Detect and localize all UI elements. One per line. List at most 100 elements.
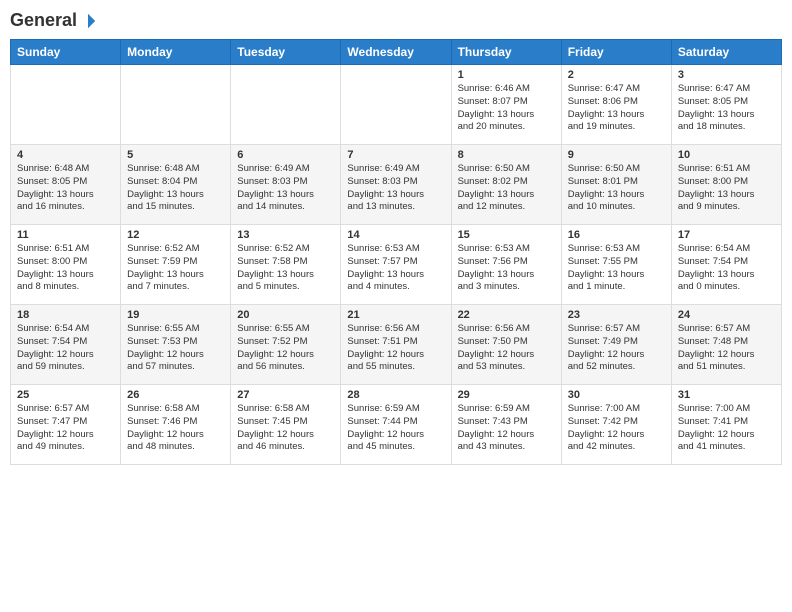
day-number: 16 — [568, 229, 665, 241]
day-number: 4 — [17, 149, 114, 161]
day-info: Sunrise: 6:51 AM Sunset: 8:00 PM Dayligh… — [678, 163, 775, 214]
day-info: Sunrise: 6:54 AM Sunset: 7:54 PM Dayligh… — [678, 243, 775, 294]
day-info: Sunrise: 6:55 AM Sunset: 7:52 PM Dayligh… — [237, 323, 334, 374]
calendar-cell: 30Sunrise: 7:00 AM Sunset: 7:42 PM Dayli… — [561, 385, 671, 465]
calendar-week-row: 25Sunrise: 6:57 AM Sunset: 7:47 PM Dayli… — [11, 385, 782, 465]
calendar-cell: 4 Sunrise: 6:48 AM Sunset: 8:05 PM Daylig… — [11, 145, 121, 225]
calendar-cell: 19 Sunrise: 6:55 AM Sunset: 7:53 PM Dayli… — [121, 305, 231, 385]
day-number: 17 — [678, 229, 775, 241]
calendar-header-row: SundayMondayTuesdayWednesdayThursdayFrid… — [11, 40, 782, 65]
day-number: 25 — [17, 389, 114, 401]
day-number: 8 — [458, 149, 555, 161]
day-number: 5 — [127, 149, 224, 161]
logo-general: General — [10, 10, 77, 31]
day-number: 21 — [347, 309, 444, 321]
day-info: Sunrise: 6:52 AM Sunset: 7:58 PM Dayligh… — [237, 243, 334, 294]
calendar-cell: 9 Sunrise: 6:50 AM Sunset: 8:01 PM Daylig… — [561, 145, 671, 225]
logo-flag-icon — [79, 12, 97, 30]
day-number: 26 — [127, 389, 224, 401]
calendar-cell: 8 Sunrise: 6:50 AM Sunset: 8:02 PM Daylig… — [451, 145, 561, 225]
calendar-cell: 5 Sunrise: 6:48 AM Sunset: 8:04 PM Daylig… — [121, 145, 231, 225]
day-info: Sunrise: 6:48 AM Sunset: 8:05 PM Dayligh… — [17, 163, 114, 214]
day-info: Sunrise: 6:53 AM Sunset: 7:55 PM Dayligh… — [568, 243, 665, 294]
day-number: 18 — [17, 309, 114, 321]
calendar-cell — [341, 65, 451, 145]
day-info: Sunrise: 6:48 AM Sunset: 8:04 PM Dayligh… — [127, 163, 224, 214]
calendar-cell: 24Sunrise: 6:57 AM Sunset: 7:48 PM Dayli… — [671, 305, 781, 385]
day-number: 12 — [127, 229, 224, 241]
day-info: Sunrise: 6:57 AM Sunset: 7:49 PM Dayligh… — [568, 323, 665, 374]
day-info: Sunrise: 6:55 AM Sunset: 7:53 PM Dayligh… — [127, 323, 224, 374]
calendar-week-row: 11 Sunrise: 6:51 AM Sunset: 8:00 PM Dayli… — [11, 225, 782, 305]
page: General SundayMondayTuesdayWednesdayThur… — [0, 0, 792, 612]
col-header-monday: Monday — [121, 40, 231, 65]
calendar-week-row: 1 Sunrise: 6:46 AM Sunset: 8:07 PM Daylig… — [11, 65, 782, 145]
calendar-cell: 26 Sunrise: 6:58 AM Sunset: 7:46 PM Dayli… — [121, 385, 231, 465]
day-info: Sunrise: 6:47 AM Sunset: 8:06 PM Dayligh… — [568, 83, 665, 134]
calendar-cell: 27 Sunrise: 6:58 AM Sunset: 7:45 PM Dayli… — [231, 385, 341, 465]
day-number: 9 — [568, 149, 665, 161]
day-info: Sunrise: 7:00 AM Sunset: 7:41 PM Dayligh… — [678, 403, 775, 454]
calendar-cell: 20 Sunrise: 6:55 AM Sunset: 7:52 PM Dayli… — [231, 305, 341, 385]
day-number: 7 — [347, 149, 444, 161]
calendar-cell: 28Sunrise: 6:59 AM Sunset: 7:44 PM Dayli… — [341, 385, 451, 465]
calendar-cell — [121, 65, 231, 145]
calendar-cell: 29 Sunrise: 6:59 AM Sunset: 7:43 PM Dayli… — [451, 385, 561, 465]
day-number: 1 — [458, 69, 555, 81]
col-header-saturday: Saturday — [671, 40, 781, 65]
calendar-week-row: 18Sunrise: 6:54 AM Sunset: 7:54 PM Dayli… — [11, 305, 782, 385]
calendar-cell: 25Sunrise: 6:57 AM Sunset: 7:47 PM Dayli… — [11, 385, 121, 465]
day-number: 19 — [127, 309, 224, 321]
day-info: Sunrise: 6:53 AM Sunset: 7:57 PM Dayligh… — [347, 243, 444, 294]
day-number: 31 — [678, 389, 775, 401]
day-info: Sunrise: 6:58 AM Sunset: 7:45 PM Dayligh… — [237, 403, 334, 454]
day-number: 22 — [458, 309, 555, 321]
calendar-cell: 21Sunrise: 6:56 AM Sunset: 7:51 PM Dayli… — [341, 305, 451, 385]
day-info: Sunrise: 6:50 AM Sunset: 8:02 PM Dayligh… — [458, 163, 555, 214]
day-info: Sunrise: 6:46 AM Sunset: 8:07 PM Dayligh… — [458, 83, 555, 134]
day-info: Sunrise: 6:59 AM Sunset: 7:43 PM Dayligh… — [458, 403, 555, 454]
day-info: Sunrise: 6:52 AM Sunset: 7:59 PM Dayligh… — [127, 243, 224, 294]
calendar-cell: 22 Sunrise: 6:56 AM Sunset: 7:50 PM Dayli… — [451, 305, 561, 385]
day-info: Sunrise: 6:56 AM Sunset: 7:50 PM Dayligh… — [458, 323, 555, 374]
day-number: 20 — [237, 309, 334, 321]
col-header-friday: Friday — [561, 40, 671, 65]
day-number: 28 — [347, 389, 444, 401]
day-info: Sunrise: 6:58 AM Sunset: 7:46 PM Dayligh… — [127, 403, 224, 454]
calendar-cell: 15 Sunrise: 6:53 AM Sunset: 7:56 PM Dayli… — [451, 225, 561, 305]
day-number: 13 — [237, 229, 334, 241]
day-number: 15 — [458, 229, 555, 241]
day-number: 10 — [678, 149, 775, 161]
day-number: 23 — [568, 309, 665, 321]
col-header-tuesday: Tuesday — [231, 40, 341, 65]
day-number: 29 — [458, 389, 555, 401]
calendar-cell: 11 Sunrise: 6:51 AM Sunset: 8:00 PM Dayli… — [11, 225, 121, 305]
day-info: Sunrise: 6:49 AM Sunset: 8:03 PM Dayligh… — [347, 163, 444, 214]
day-number: 27 — [237, 389, 334, 401]
calendar-cell: 23 Sunrise: 6:57 AM Sunset: 7:49 PM Dayli… — [561, 305, 671, 385]
day-number: 11 — [17, 229, 114, 241]
calendar-table: SundayMondayTuesdayWednesdayThursdayFrid… — [10, 39, 782, 465]
day-info: Sunrise: 6:51 AM Sunset: 8:00 PM Dayligh… — [17, 243, 114, 294]
calendar-cell: 3 Sunrise: 6:47 AM Sunset: 8:05 PM Daylig… — [671, 65, 781, 145]
day-number: 3 — [678, 69, 775, 81]
calendar-cell: 10 Sunrise: 6:51 AM Sunset: 8:00 PM Dayli… — [671, 145, 781, 225]
day-number: 2 — [568, 69, 665, 81]
calendar-cell: 1 Sunrise: 6:46 AM Sunset: 8:07 PM Daylig… — [451, 65, 561, 145]
day-number: 30 — [568, 389, 665, 401]
calendar-cell: 17 Sunrise: 6:54 AM Sunset: 7:54 PM Dayli… — [671, 225, 781, 305]
day-info: Sunrise: 6:53 AM Sunset: 7:56 PM Dayligh… — [458, 243, 555, 294]
logo-text: General — [10, 10, 97, 31]
col-header-thursday: Thursday — [451, 40, 561, 65]
calendar-cell: 2 Sunrise: 6:47 AM Sunset: 8:06 PM Daylig… — [561, 65, 671, 145]
calendar-cell: 16 Sunrise: 6:53 AM Sunset: 7:55 PM Dayli… — [561, 225, 671, 305]
logo: General — [10, 10, 97, 31]
calendar-cell: 13 Sunrise: 6:52 AM Sunset: 7:58 PM Dayli… — [231, 225, 341, 305]
calendar-cell: 6Sunrise: 6:49 AM Sunset: 8:03 PM Daylig… — [231, 145, 341, 225]
header: General — [10, 10, 782, 31]
calendar-cell: 7 Sunrise: 6:49 AM Sunset: 8:03 PM Daylig… — [341, 145, 451, 225]
day-info: Sunrise: 6:50 AM Sunset: 8:01 PM Dayligh… — [568, 163, 665, 214]
calendar-cell: 18Sunrise: 6:54 AM Sunset: 7:54 PM Dayli… — [11, 305, 121, 385]
calendar-cell — [11, 65, 121, 145]
day-info: Sunrise: 6:47 AM Sunset: 8:05 PM Dayligh… — [678, 83, 775, 134]
